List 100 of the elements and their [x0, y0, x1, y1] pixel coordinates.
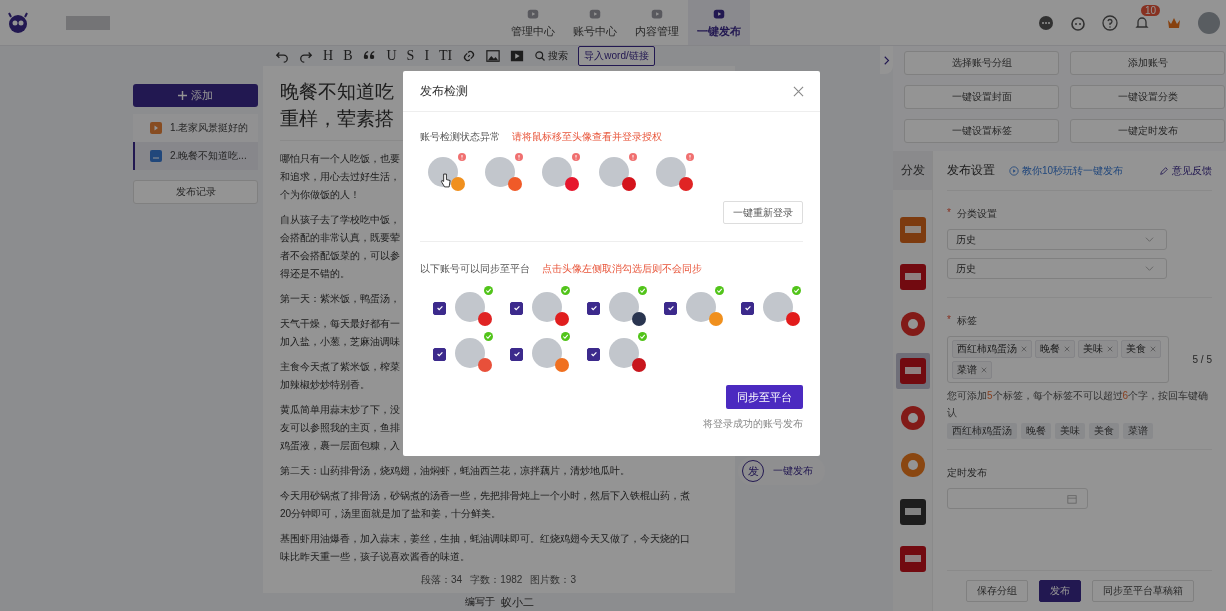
hand-cursor-icon [440, 173, 451, 188]
action-button[interactable]: 选择账号分组 [904, 51, 1059, 75]
warning-icon [515, 153, 523, 161]
platform-logo-icon [899, 358, 926, 384]
required-mark: * [947, 314, 951, 327]
category-select[interactable]: 历史 [947, 229, 1167, 250]
suggested-tag[interactable]: 西红柿鸡蛋汤 [947, 423, 1017, 439]
draft-item[interactable]: 2.晚餐不知道吃... [133, 142, 258, 170]
action-button[interactable]: 一键定时发布 [1070, 119, 1225, 143]
chat-icon[interactable] [1038, 14, 1054, 31]
warning-icon [629, 153, 637, 161]
relogin-button[interactable]: 一键重新登录 [723, 201, 803, 224]
tag-chip[interactable]: 晚餐 [1035, 340, 1075, 358]
account-checkbox[interactable] [433, 301, 446, 315]
article-paragraph: 第一天：紫米饭，鸭蛋汤， [280, 292, 400, 306]
help-icon[interactable] [1102, 14, 1118, 31]
bell-icon[interactable] [1134, 14, 1150, 31]
import-button[interactable]: 导入word/链接 [578, 46, 655, 66]
tags-label: 标签 [956, 314, 977, 328]
format-button[interactable]: TI [439, 48, 453, 64]
format-button[interactable]: B [343, 48, 353, 64]
suggested-tag[interactable]: 菜谱 [1123, 423, 1153, 439]
format-button[interactable]: I [424, 48, 430, 64]
check-badge-icon [484, 332, 493, 341]
nav-tab[interactable]: 内容管理 [626, 0, 688, 45]
account-checkbox[interactable] [510, 347, 523, 361]
section-hint: 请将鼠标移至头像查看并登录授权 [512, 130, 662, 144]
account-checkbox[interactable] [664, 301, 677, 315]
check-badge-icon [484, 286, 493, 295]
image-icon[interactable] [486, 49, 501, 63]
account-checkbox[interactable] [510, 301, 523, 315]
nav-tab[interactable]: 账号中心 [564, 0, 626, 45]
link-icon[interactable] [462, 49, 477, 63]
tick-icon [743, 304, 752, 312]
collapse-tab[interactable] [880, 46, 893, 74]
author-name: 蚁小二 [500, 594, 534, 610]
tags-field[interactable]: 西红柿鸡蛋汤 晚餐 美味 美食 菜谱 [947, 336, 1169, 383]
platform-item[interactable] [895, 353, 930, 389]
robot-icon[interactable] [1070, 14, 1086, 31]
settings-title: 发布设置 [947, 162, 995, 179]
add-button[interactable]: 添加 [133, 84, 258, 107]
word-stat: 段落：34 [421, 573, 463, 587]
video-file-icon [150, 122, 162, 134]
account-checkbox[interactable] [741, 301, 754, 315]
account-checkbox[interactable] [587, 347, 600, 361]
pencil-icon [1159, 165, 1169, 176]
action-button[interactable]: 一键设置封面 [904, 85, 1059, 109]
article-paragraph: 自从孩子去了学校吃中饭， 会搭配的非常认真，既要荤 者不会搭配饭菜的，可以参 得还是不错的。 [280, 213, 400, 281]
category-select[interactable]: 历史 [947, 258, 1167, 279]
format-button[interactable]: U [386, 48, 397, 64]
distribute-tab[interactable]: 分发 [893, 151, 932, 190]
footer-button[interactable]: 发布 [1038, 580, 1081, 602]
word-stat: 字数：1982 [470, 573, 523, 587]
sync-button[interactable]: 同步至平台 [726, 385, 803, 409]
tutorial-link[interactable]: 教你10秒玩转一键发布 [1009, 163, 1124, 178]
chevron-down-icon [1145, 264, 1154, 273]
action-button[interactable]: 添加账号 [1070, 51, 1225, 75]
warning-icon [458, 153, 466, 161]
draft-item[interactable]: 1.老家风景挺好的 [133, 114, 258, 142]
article-paragraph: 今天用砂锅煮了排骨汤，砂锅煮的汤香一些，先把排骨炖上一个小时，然后下入铁棍山药，煮 20分钟即可，汤里面就是加了盐和姜，十分鲜美。 [280, 489, 690, 521]
article-paragraph: 基围虾用油爆香，加入蒜末，姜丝，生抽，蚝油调味即可。红烧鸡翅今天又做了，今天烧的口 味比昨天重一些，孩子说喜欢酱香的味道。 [280, 532, 690, 564]
tick-icon [589, 350, 598, 358]
action-button[interactable]: 一键设置标签 [904, 119, 1059, 143]
nav-tab[interactable]: 管理中心 [502, 0, 564, 45]
article-paragraph: 天气干燥，每天最好都有一 加入盐，小葱，芝麻油调味 [280, 317, 400, 349]
nav-tab[interactable]: 一键发布 [688, 0, 750, 45]
suggested-tag[interactable]: 美食 [1089, 423, 1119, 439]
search-button[interactable]: 搜索 [534, 49, 569, 63]
tag-chip[interactable]: 美食 [1121, 340, 1161, 358]
undo-icon[interactable] [275, 49, 289, 63]
account-avatar[interactable] [599, 157, 629, 187]
footer-button[interactable]: 保存分组 [965, 580, 1028, 602]
account-checkbox[interactable] [433, 347, 446, 361]
action-button[interactable]: 一键设置分类 [1070, 85, 1225, 109]
account-avatar[interactable] [609, 292, 639, 322]
account-checkbox[interactable] [587, 301, 600, 315]
date-field[interactable] [947, 488, 1088, 509]
tag-chip[interactable]: 西红柿鸡蛋汤 [952, 340, 1032, 358]
section-label: 账号检测状态异常 [420, 130, 500, 144]
format-button[interactable]: S [406, 48, 415, 64]
account-avatar[interactable] [609, 338, 639, 368]
suggested-tag[interactable]: 晚餐 [1021, 423, 1051, 439]
video-icon[interactable] [510, 49, 525, 63]
chevron-down-icon [1145, 235, 1154, 244]
format-button[interactable]: H [323, 48, 334, 64]
check-badge-icon [638, 286, 647, 295]
publish-history-button[interactable]: 发布记录 [133, 180, 258, 204]
platform-logo-icon [899, 452, 926, 478]
redo-icon[interactable] [299, 49, 313, 63]
close-icon[interactable] [793, 85, 804, 97]
feedback-link[interactable]: 意见反馈 [1159, 163, 1212, 178]
tick-icon [589, 304, 598, 312]
footer-button[interactable]: 同步至平台草稿箱 [1091, 580, 1194, 602]
suggested-tag[interactable]: 美味 [1055, 423, 1085, 439]
check-badge-icon [638, 332, 647, 341]
tick-icon [666, 304, 675, 312]
tag-chip[interactable]: 美味 [1078, 340, 1118, 358]
tag-chip[interactable]: 菜谱 [952, 361, 992, 379]
platform-logo-icon [899, 217, 926, 243]
logo-icon [6, 10, 30, 35]
